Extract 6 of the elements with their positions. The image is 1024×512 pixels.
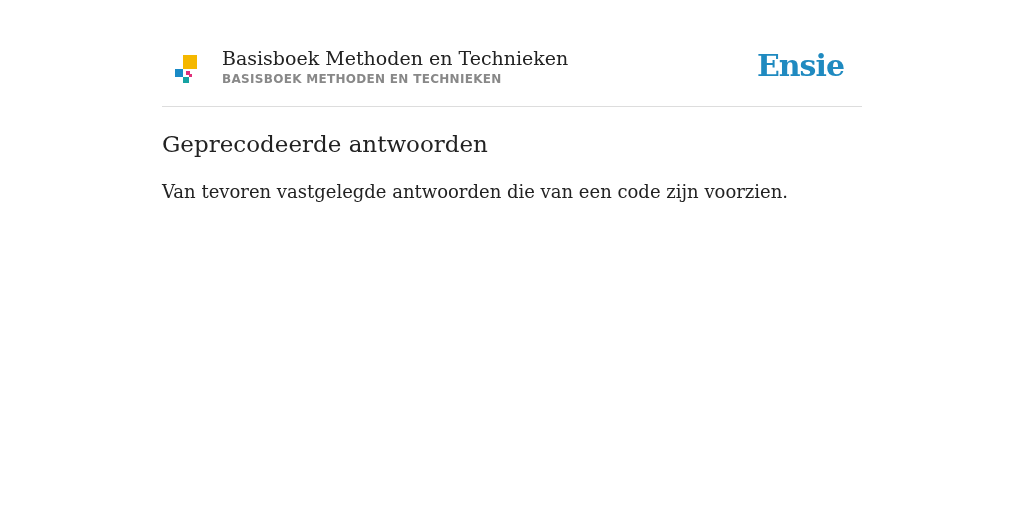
entry-definition: Van tevoren vastgelegde antwoorden die van een code zijn voorzien. (162, 181, 790, 202)
book-subtitle: BASISBOEK METHODEN EN TECHNIEKEN (222, 72, 503, 86)
book-title: Basisboek Methoden en Technieken (222, 46, 570, 71)
book-logo-icon (174, 53, 198, 83)
brand-logo[interactable]: Ensie (756, 47, 844, 83)
entry-term: Geprecodeerde antwoorden (162, 131, 489, 157)
